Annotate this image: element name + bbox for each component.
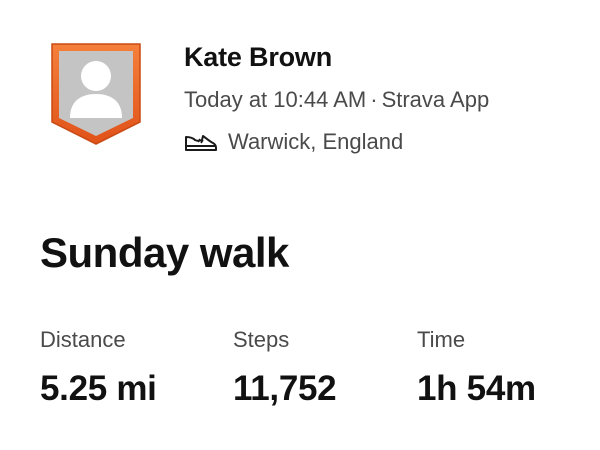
- stat-label: Distance: [40, 327, 126, 352]
- activity-timestamp: Today at 10:44 AM: [184, 87, 367, 112]
- activity-title[interactable]: Sunday walk: [40, 228, 289, 278]
- stat-value: 11,752: [233, 369, 337, 408]
- athlete-name[interactable]: Kate Brown: [184, 40, 489, 74]
- stat-label: Time: [417, 327, 466, 352]
- athlete-info: Kate Brown Today at 10:44 AM · Strava App …: [184, 40, 489, 156]
- stat-value: 1h 54m: [417, 369, 536, 408]
- athlete-avatar[interactable]: [48, 40, 144, 148]
- activity-stats: Distance 5.25 mi Steps 11,752 Time 1h 54…: [40, 326, 580, 416]
- stat-distance: Distance 5.25 mi: [40, 326, 157, 410]
- activity-card: Kate Brown Today at 10:44 AM · Strava App …: [0, 0, 600, 450]
- activity-location: Warwick, England: [184, 128, 489, 156]
- stat-steps: Steps 11,752: [233, 326, 337, 410]
- person-placeholder-icon: [51, 43, 141, 145]
- stat-time: Time 1h 54m: [417, 326, 536, 410]
- stat-value: 5.25 mi: [40, 369, 157, 408]
- meta-separator: ·: [370, 87, 378, 112]
- location-text: Warwick, England: [228, 129, 404, 154]
- stat-label: Steps: [233, 327, 290, 352]
- activity-meta: Today at 10:44 AM · Strava App: [184, 86, 489, 114]
- shoe-icon: [184, 131, 218, 153]
- activity-source: Strava App: [381, 87, 490, 112]
